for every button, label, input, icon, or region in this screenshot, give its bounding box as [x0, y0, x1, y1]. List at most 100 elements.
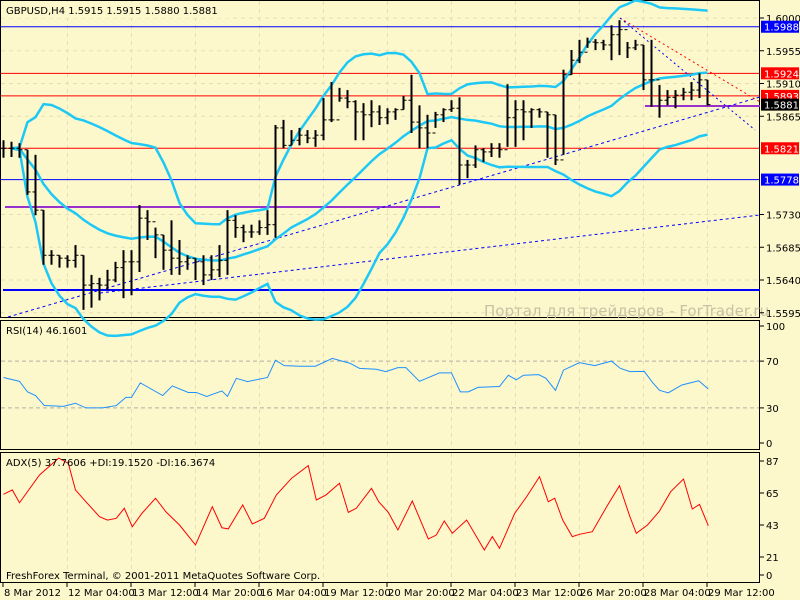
time-tick-label: 20 Mar 20:00	[388, 588, 455, 599]
time-tick-label: 19 Mar 12:00	[324, 588, 391, 599]
time-tick-label: 22 Mar 04:00	[452, 588, 519, 599]
price-bar	[264, 210, 271, 235]
rsi-pane-frame	[0, 320, 760, 450]
time-tick-label: 12 Mar 04:00	[68, 588, 135, 599]
price-bar	[632, 39, 639, 51]
price-bar	[368, 100, 375, 128]
price-bar	[152, 221, 159, 259]
time-axis: 8 Mar 2012 12 Mar 04:0013 Mar 12:0014 Mar…	[2, 583, 775, 599]
adx-axis: 87 65 43 21 0	[760, 457, 779, 582]
price-bar	[312, 130, 319, 147]
price-bar	[664, 90, 671, 106]
adx-tick-label: 21	[766, 553, 779, 564]
horizontal-levels	[1, 26, 759, 181]
price-bar	[280, 119, 287, 149]
price-tick-label: 1.5910	[766, 80, 800, 91]
drawn-objects	[3, 17, 761, 318]
rsi-tick-label: 30	[766, 404, 779, 415]
price-bar	[192, 257, 199, 281]
price-bar	[488, 143, 495, 158]
main-pane-frame	[0, 0, 760, 318]
price-bar	[64, 255, 71, 268]
price-bar	[520, 100, 527, 141]
adx-tick-label: 87	[766, 457, 779, 468]
time-tick-label: 29 Mar 12:00	[708, 588, 775, 599]
rsi-tick-label: 70	[766, 357, 779, 368]
price-tick-label: 1.5865	[766, 112, 800, 123]
time-tick-label: 28 Mar 04:00	[644, 588, 711, 599]
price-bar	[680, 87, 687, 101]
price-axis: 1.60001.59551.59101.58651.57301.56851.56…	[760, 14, 800, 320]
rsi-tick-label: 0	[766, 439, 772, 450]
trendline-resistance-red[interactable]	[619, 17, 761, 103]
rsi-axis: 100 70 30 0	[760, 322, 785, 450]
rsi-series	[1, 357, 759, 409]
price-bar	[592, 39, 599, 51]
time-tick-label: 8 Mar 2012	[4, 588, 61, 599]
price-bar	[344, 90, 351, 109]
price-bar	[624, 29, 631, 59]
price-bar	[80, 254, 87, 310]
copyright-text: FreshForex Terminal, © 2001-2011 MetaQuo…	[6, 571, 320, 582]
price-tick-label: 1.5730	[766, 211, 800, 222]
price-bar	[128, 250, 135, 296]
price-bar	[352, 100, 359, 141]
price-bar	[448, 100, 455, 112]
price-bar	[392, 108, 399, 120]
price-bar	[320, 98, 327, 141]
price-bar	[0, 140, 7, 158]
price-bar	[360, 103, 367, 141]
price-bar	[544, 111, 551, 158]
price-bar	[464, 159, 471, 179]
price-bar	[208, 255, 215, 281]
price-bar	[400, 95, 407, 111]
price-bar	[56, 254, 63, 268]
price-bar	[304, 130, 311, 144]
price-bar	[48, 250, 55, 265]
price-bar	[432, 111, 439, 134]
price-tick-label: 1.5640	[766, 276, 800, 287]
price-bar	[176, 239, 183, 275]
adx-tick-label: 43	[766, 521, 779, 532]
price-bar	[240, 224, 247, 243]
rsi-tick-label: 100	[766, 322, 785, 333]
price-bar	[608, 25, 615, 61]
price-bar	[376, 105, 383, 125]
price-bar	[112, 261, 119, 283]
price-bar	[552, 114, 559, 166]
price-bar	[336, 87, 343, 121]
time-tick-label: 13 Mar 12:00	[132, 588, 199, 599]
price-bar	[688, 82, 695, 101]
bollinger-middle-band	[11, 71, 708, 262]
price-bar	[616, 20, 623, 56]
time-tick-label: 14 Mar 20:00	[196, 588, 263, 599]
price-bars	[0, 20, 711, 310]
price-bar	[72, 245, 79, 268]
price-bar	[232, 215, 239, 238]
price-bar	[496, 143, 503, 158]
price-bar	[248, 224, 255, 238]
trendline-resistance-blue[interactable]	[619, 17, 756, 131]
time-tick-label: 16 Mar 04:00	[260, 588, 327, 599]
price-bar	[504, 84, 511, 151]
adx-pane-frame	[0, 452, 760, 583]
watermark: Портал для трейдеров - ForTrader.ru	[484, 302, 769, 320]
price-tag-label: 1.5778	[764, 176, 799, 187]
rsi-title: RSI(14) 46.1601	[6, 326, 87, 337]
adx-title: ADX(5) 37.7606 +DI:19.1520 -DI:16.3674	[6, 458, 215, 469]
bollinger-upper-band	[11, 0, 708, 226]
price-bar	[256, 220, 263, 235]
chart-canvas: Портал для трейдеров - ForTrader.ru 1.60…	[0, 0, 800, 599]
trendline-support-2[interactable]	[99, 214, 761, 294]
price-tick-label: 1.5955	[766, 47, 800, 58]
price-bar	[512, 100, 519, 147]
adx-tick-label: 65	[766, 489, 779, 500]
price-bar	[456, 97, 463, 185]
adx-line	[3, 457, 709, 551]
rsi-line	[3, 357, 709, 409]
price-tick-label: 1.5685	[766, 243, 800, 254]
price-tag-label: 1.5881	[764, 101, 799, 112]
price-tag-label: 1.5924	[764, 69, 799, 80]
symbol-header: GBPUSD,H4 1.5915 1.5915 1.5880 1.5881	[6, 6, 218, 17]
time-tick-label: 26 Mar 20:00	[580, 588, 647, 599]
